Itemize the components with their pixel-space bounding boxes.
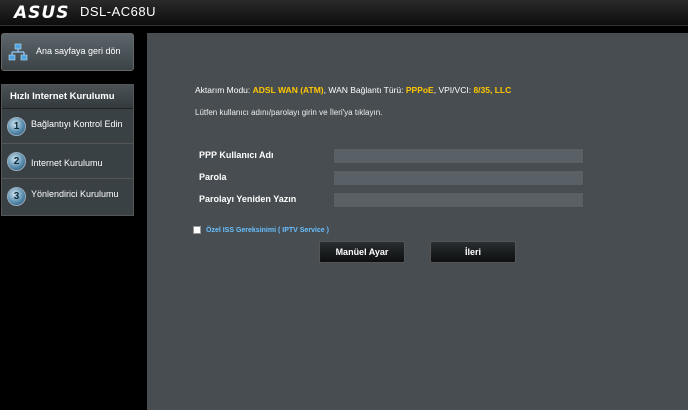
sidebar-item-label: Bağlantıyı Kontrol Edin [31,119,123,129]
special-isp-checkbox[interactable] [193,226,201,234]
quick-setup-title: Hızlı Internet Kurulumu [2,85,133,109]
step-2-icon: 2 [7,152,26,171]
vpi-label: , VPI/VCI: [433,85,472,95]
sidebar-item-internet-setup[interactable]: 2 Internet Kurulumu [2,144,133,179]
next-button[interactable]: İleri [430,241,516,263]
model-name: DSL-AC68U [80,4,157,19]
sidebar-item-label: Yönlendirici Kurulumu [31,189,119,199]
asus-logo: ASUS [14,3,70,23]
network-icon [8,43,28,61]
mode-label: Aktarım Modu: [195,85,251,95]
special-isp-label[interactable]: Özel ISS Gereksinimi ( IPTV Service ) [206,227,329,234]
password-confirm-label: Parolayı Yeniden Yazın [199,194,297,204]
sidebar-item-router-setup[interactable]: 3 Yönlendirici Kurulumu [2,179,133,214]
quick-setup-panel: Hızlı Internet Kurulumu 1 Bağlantıyı Kon… [1,84,134,216]
ppp-username-input[interactable] [333,148,584,164]
home-button-label: Ana sayfaya geri dön [36,46,121,56]
manual-setup-button[interactable]: Manüel Ayar [319,241,405,263]
password-input[interactable] [333,170,584,186]
instruction-text: Lütfen kullanıcı adını/parolayı girin ve… [195,108,383,117]
wan-label: , WAN Bağlantı Türü: [323,85,404,95]
top-header: ASUS DSL-AC68U [0,0,688,26]
sidebar-item-label: Internet Kurulumu [31,158,103,168]
main-panel: Aktarım Modu: ADSL WAN (ATM), WAN Bağlan… [147,33,688,410]
ppp-username-label: PPP Kullanıcı Adı [199,150,274,160]
sidebar-item-check-connection[interactable]: 1 Bağlantıyı Kontrol Edin [2,109,133,144]
vpi-value: 8/35, LLC [473,85,512,95]
wan-value: PPPoE [405,85,434,95]
home-button[interactable]: Ana sayfaya geri dön [1,33,134,71]
step-3-icon: 3 [7,187,26,206]
mode-value: ADSL WAN (ATM) [252,85,324,95]
step-1-icon: 1 [7,117,26,136]
password-confirm-input[interactable] [333,192,584,208]
connection-info: Aktarım Modu: ADSL WAN (ATM), WAN Bağlan… [195,85,511,95]
password-label: Parola [199,172,227,182]
